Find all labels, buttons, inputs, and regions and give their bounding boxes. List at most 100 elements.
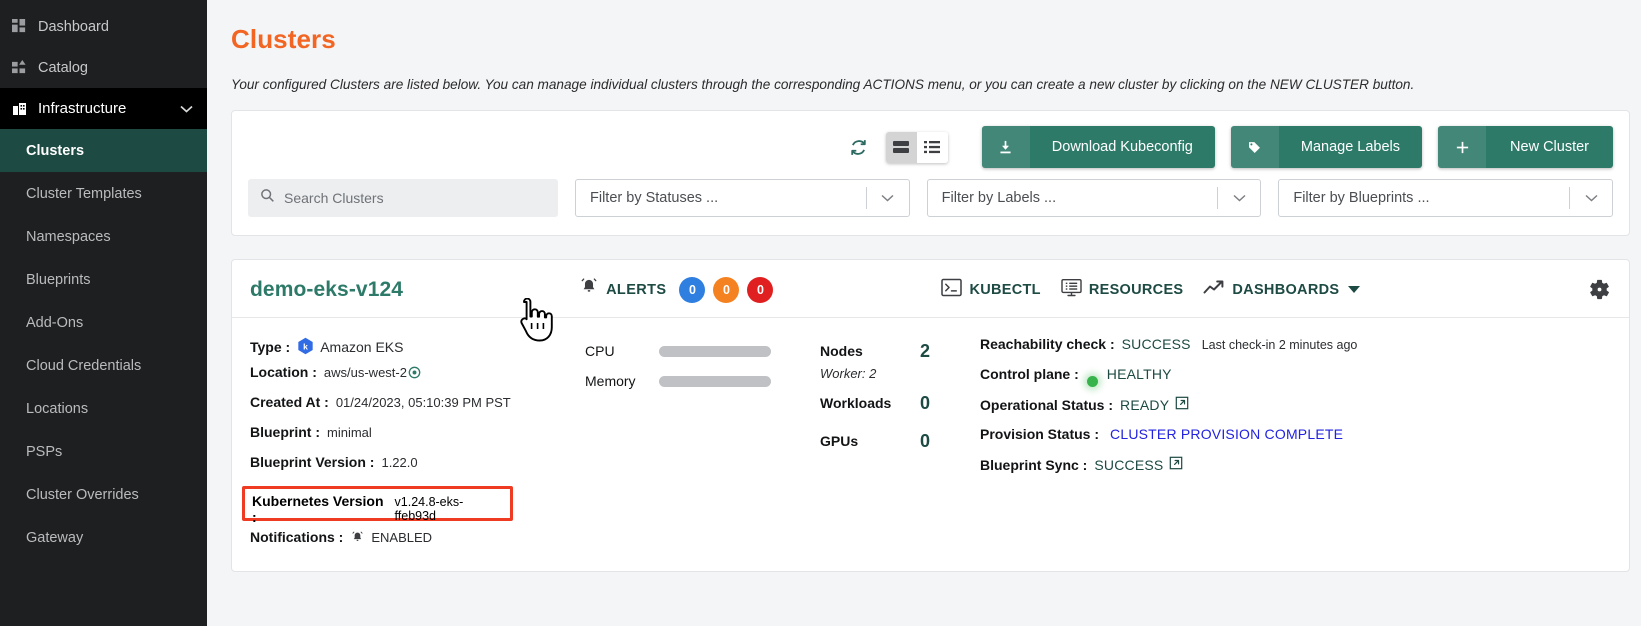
count-value: 2 <box>920 340 931 361</box>
sidebar-label: Cluster Overrides <box>26 486 139 503</box>
sidebar-item-add-ons[interactable]: Add-Ons <box>0 301 207 344</box>
search-input[interactable]: Search Clusters <box>248 179 558 217</box>
info-value: 1.22.0 <box>381 455 418 470</box>
sidebar-item-cluster-templates[interactable]: Cluster Templates <box>0 172 207 215</box>
sidebar-item-catalog[interactable]: Catalog <box>0 47 207 88</box>
sidebar-item-psps[interactable]: PSPs <box>0 430 207 473</box>
card-view-icon[interactable] <box>885 131 917 163</box>
sidebar-item-infrastructure[interactable]: Infrastructure <box>0 88 207 129</box>
search-placeholder: Search Clusters <box>284 190 384 206</box>
view-toggle[interactable] <box>885 131 948 163</box>
tag-icon <box>1230 126 1279 168</box>
info-value: aws/us-west-2 <box>323 365 407 380</box>
download-kubeconfig-button[interactable]: Download Kubeconfig <box>981 126 1215 168</box>
list-view-icon[interactable] <box>916 131 948 163</box>
external-link-icon[interactable] <box>1175 396 1189 410</box>
count-sub-nodes: Worker: 2 <box>820 366 877 381</box>
download-kubeconfig-label: Download Kubeconfig <box>1051 139 1193 155</box>
dashboards-dropdown[interactable]: DASHBOARDS <box>1203 279 1361 300</box>
info-key: Location : <box>250 364 317 380</box>
manage-labels-button[interactable]: Manage Labels <box>1230 126 1423 168</box>
info-key: Kubernetes Version : <box>252 493 384 525</box>
alert-badge-critical[interactable]: 0 <box>747 276 774 303</box>
status-value[interactable]: SUCCESS <box>1094 457 1163 473</box>
chevron-down-icon[interactable] <box>867 194 909 202</box>
terminal-icon <box>941 278 963 301</box>
main-content: Clusters Your configured Clusters are li… <box>207 0 1641 626</box>
info-key: Type : <box>250 339 291 355</box>
alert-bell-icon <box>578 276 600 303</box>
sidebar-label: Blueprints <box>26 271 91 288</box>
new-cluster-button[interactable]: New Cluster <box>1438 126 1613 168</box>
status-value: HEALTHY <box>1106 366 1172 382</box>
filter-labels-select[interactable]: Filter by Labels ... <box>926 179 1262 217</box>
green-status-dot <box>1086 375 1098 387</box>
status-value[interactable]: READY <box>1120 397 1169 413</box>
filter-blueprints-select[interactable]: Filter by Blueprints ... <box>1278 179 1614 217</box>
sidebar-item-cluster-overrides[interactable]: Cluster Overrides <box>0 473 207 516</box>
info-value: ENABLED <box>371 530 433 545</box>
cluster-usage-column: CPU Memory <box>585 334 820 557</box>
info-row-created-at: Created At : 01/24/2023, 05:10:39 PM PST <box>250 394 585 424</box>
status-row-blueprint-sync: Blueprint Sync : SUCCESS <box>980 456 1611 486</box>
sidebar-item-cloud-credentials[interactable]: Cloud Credentials <box>0 344 207 387</box>
status-row-provision: Provision Status : CLUSTER PROVISION COM… <box>980 426 1611 456</box>
external-link-icon[interactable] <box>1169 456 1183 470</box>
eks-kubernetes-icon: k <box>297 337 314 358</box>
sidebar-label: Namespaces <box>26 228 111 245</box>
status-row-reachability: Reachability check : SUCCESS Last check-… <box>980 336 1611 366</box>
kubernetes-version-highlight: Kubernetes Version : v1.24.8-eks-ffeb93d <box>242 486 513 525</box>
info-key: Blueprint Version : <box>250 454 375 470</box>
cluster-status-column: Reachability check : SUCCESS Last check-… <box>980 334 1611 557</box>
sidebar-item-locations[interactable]: Locations <box>0 387 207 430</box>
status-value[interactable]: CLUSTER PROVISION COMPLETE <box>1110 426 1343 442</box>
sidebar-item-namespaces[interactable]: Namespaces <box>0 215 207 258</box>
notification-bell-icon <box>350 530 365 548</box>
kubectl-button[interactable]: KUBECTL <box>941 278 1041 301</box>
cluster-name-link[interactable]: demo-eks-v124 <box>250 278 403 302</box>
status-row-control-plane: Control plane : HEALTHY <box>980 366 1611 396</box>
kubectl-label: KUBECTL <box>969 281 1041 298</box>
alert-badge-warning[interactable]: 0 <box>713 276 740 303</box>
usage-row-memory: Memory <box>585 366 820 396</box>
status-key: Reachability check : <box>980 336 1115 352</box>
svg-text:k: k <box>303 341 308 351</box>
app-root: Dashboard Catalog Infrastructure Cluster… <box>0 0 1641 626</box>
sidebar-item-blueprints[interactable]: Blueprints <box>0 258 207 301</box>
filter-statuses-placeholder: Filter by Statuses ... <box>590 190 719 206</box>
info-value: minimal <box>327 425 372 440</box>
memory-usage-meter <box>659 375 771 387</box>
status-key: Control plane : <box>980 366 1079 382</box>
infrastructure-building-icon <box>12 101 38 117</box>
sidebar-label: Gateway <box>26 529 84 546</box>
count-value: 0 <box>920 430 931 451</box>
sidebar-label: Cluster Templates <box>26 185 142 202</box>
resources-button[interactable]: RESOURCES <box>1061 278 1184 301</box>
usage-label: Memory <box>585 373 636 389</box>
catalog-grid-icon <box>12 60 38 75</box>
count-row-gpus: GPUs 0 <box>820 426 980 456</box>
cluster-card-body: Type : k Amazon EKS Location : aws/us-we… <box>232 318 1629 557</box>
sidebar-item-clusters[interactable]: Clusters <box>0 129 207 172</box>
new-cluster-label: New Cluster <box>1510 139 1589 155</box>
info-key: Blueprint : <box>250 424 320 440</box>
count-label: GPUs <box>820 433 859 449</box>
info-value: Amazon EKS <box>320 339 404 355</box>
filter-labels-placeholder: Filter by Labels ... <box>941 190 1057 206</box>
alert-badge-info[interactable]: 0 <box>679 276 706 303</box>
refresh-icon[interactable] <box>842 130 876 164</box>
usage-row-cpu: CPU <box>585 336 820 366</box>
filter-blueprints-placeholder: Filter by Blueprints ... <box>1293 190 1430 206</box>
sidebar-label: Add-Ons <box>26 314 84 331</box>
page-description: Your configured Clusters are listed belo… <box>231 77 1415 92</box>
filter-statuses-select[interactable]: Filter by Statuses ... <box>575 179 910 217</box>
chevron-down-icon[interactable] <box>180 103 193 115</box>
chevron-down-icon[interactable] <box>1218 194 1260 202</box>
info-row-location: Location : aws/us-west-2 <box>250 364 585 394</box>
sidebar-item-dashboard[interactable]: Dashboard <box>0 6 207 47</box>
sidebar-item-gateway[interactable]: Gateway <box>0 516 207 559</box>
gear-icon[interactable] <box>1588 278 1611 301</box>
chevron-down-icon[interactable] <box>1570 194 1612 202</box>
trend-up-icon <box>1203 279 1225 300</box>
resources-label: RESOURCES <box>1088 281 1184 298</box>
